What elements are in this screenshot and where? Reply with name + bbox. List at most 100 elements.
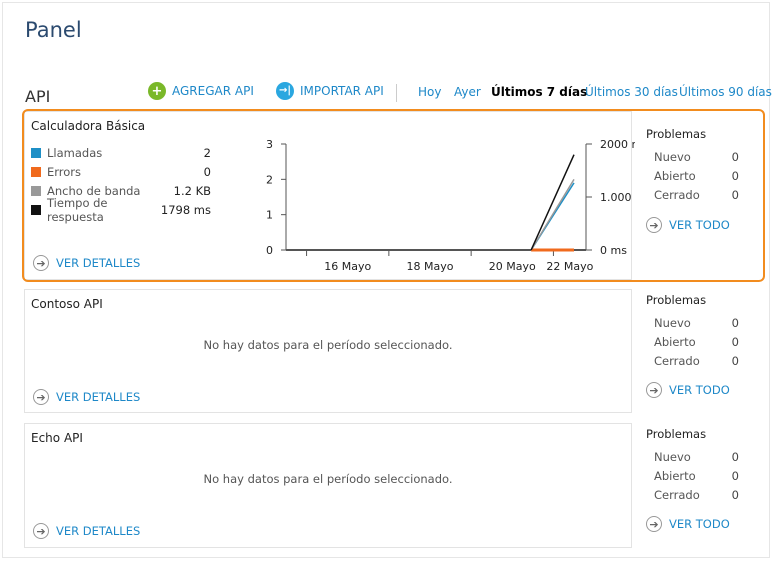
metrics-legend: Llamadas 2 Errors 0 Ancho de banda 1.2 K… <box>31 143 211 224</box>
series-line-ancho-de-banda <box>530 178 575 251</box>
metric-value: 0 <box>203 164 211 179</box>
section-label: API <box>25 87 51 106</box>
arrow-right-icon: ➔ <box>646 382 662 398</box>
import-api-button[interactable]: →| IMPORTAR API <box>276 82 384 100</box>
view-details-label: VER DETALLES <box>56 390 141 404</box>
problem-label: Abierto <box>654 168 696 183</box>
y-left-tick-label: 0 <box>266 244 273 257</box>
metric-response-time: Tiempo de respuesta 1798 ms <box>31 196 211 224</box>
view-all-label: VER TODO <box>669 218 730 232</box>
y-right-tick-label: 2000 ms <box>600 138 635 151</box>
plus-icon: + <box>148 82 166 100</box>
metric-value: 1798 ms <box>160 202 211 217</box>
usage-chart: 0 1 2 3 0 ms 1.000 ms 2000 ms 16 Mayo 18 Mayo 20 … <box>266 138 635 273</box>
metric-value: 2 <box>203 145 211 160</box>
problem-label: Nuevo <box>654 315 691 330</box>
errors-swatch <box>31 166 41 177</box>
add-api-label: AGREGAR API <box>172 84 254 98</box>
period-7-days[interactable]: Últimos 7 días <box>491 85 587 99</box>
problem-label: Nuevo <box>654 449 691 464</box>
calls-swatch <box>31 147 41 158</box>
problem-count: 0 <box>731 468 739 483</box>
toolbar-divider <box>396 84 397 102</box>
api-card-contoso: Contoso API No hay datos para el período… <box>24 289 632 413</box>
view-details-button[interactable]: ➔ VER DETALLES <box>33 389 140 405</box>
view-all-problems-button[interactable]: ➔ VER TODO <box>646 217 766 233</box>
y-right-tick-label: 1.000 ms <box>600 191 635 204</box>
problem-count: 0 <box>731 353 739 368</box>
x-tick-label: 16 Mayo <box>324 260 371 273</box>
problems-title: Problemas <box>646 127 707 141</box>
problem-count: 0 <box>731 187 739 202</box>
arrow-right-icon: ➔ <box>33 523 49 539</box>
no-data-message: No hay datos para el período seleccionad… <box>203 472 453 486</box>
page-title: Panel <box>25 18 82 42</box>
bandwidth-swatch <box>31 185 41 196</box>
problem-count: 0 <box>731 149 739 164</box>
arrow-right-icon: ➔ <box>646 217 662 233</box>
api-name: Echo API <box>31 431 83 445</box>
api-name: Calculadora Básica <box>31 119 146 133</box>
problem-label: Cerrado <box>654 487 700 502</box>
view-details-button[interactable]: ➔ VER DETALLES <box>33 255 140 271</box>
metric-label: Tiempo de respuesta <box>47 195 108 224</box>
problem-row: Abierto 0 <box>646 466 766 485</box>
problem-row: Nuevo 0 <box>646 313 766 332</box>
arrow-right-icon: ➔ <box>33 389 49 405</box>
problems-title: Problemas <box>646 293 707 307</box>
period-today[interactable]: Hoy <box>418 85 441 99</box>
problem-count: 0 <box>731 315 739 330</box>
problem-row: Cerrado 0 <box>646 485 766 504</box>
problem-count: 0 <box>731 487 739 502</box>
response-swatch <box>31 204 41 215</box>
problem-row: Abierto 0 <box>646 332 766 351</box>
problem-count: 0 <box>731 334 739 349</box>
api-card-calculadora: Calculadora Básica Llamadas 2 Errors 0 A… <box>24 111 635 280</box>
view-details-label: VER DETALLES <box>56 524 141 538</box>
view-details-button[interactable]: ➔ VER DETALLES <box>33 523 140 539</box>
import-icon: →| <box>276 82 294 100</box>
problem-row: Nuevo 0 <box>646 447 766 466</box>
period-30-days[interactable]: Últimos 30 días <box>585 85 678 99</box>
problem-count: 0 <box>731 168 739 183</box>
series-line-tiempo-de-respuesta <box>530 154 575 251</box>
problems-panel: Problemas Nuevo 0 Abierto 0 Cerrado 0 ➔ VER… <box>646 127 766 233</box>
problem-label: Abierto <box>654 468 696 483</box>
problems-panel: Problemas Nuevo 0 Abierto 0 Cerrado 0 ➔ VER… <box>646 293 766 398</box>
arrow-right-icon: ➔ <box>33 255 49 271</box>
problems-panel: Problemas Nuevo 0 Abierto 0 Cerrado 0 ➔ VER… <box>646 427 766 532</box>
view-details-label: VER DETALLES <box>56 256 141 270</box>
view-all-label: VER TODO <box>669 383 730 397</box>
metric-errors: Errors 0 <box>31 162 211 181</box>
problem-label: Nuevo <box>654 149 691 164</box>
problem-label: Cerrado <box>654 187 700 202</box>
view-all-problems-button[interactable]: ➔ VER TODO <box>646 382 766 398</box>
problem-row: Cerrado 0 <box>646 185 766 204</box>
period-yesterday[interactable]: Ayer <box>454 85 481 99</box>
y-left-tick-label: 3 <box>266 138 273 151</box>
metric-value: 1.2 KB <box>173 183 211 198</box>
problem-row: Abierto 0 <box>646 166 766 185</box>
view-all-problems-button[interactable]: ➔ VER TODO <box>646 516 766 532</box>
metric-label: Errors <box>47 164 82 179</box>
problem-count: 0 <box>731 449 739 464</box>
api-card-echo: Echo API No hay datos para el período se… <box>24 423 632 548</box>
problem-row: Cerrado 0 <box>646 351 766 370</box>
period-90-days[interactable]: Últimos 90 días <box>679 85 772 99</box>
y-right-tick-label: 0 ms <box>600 244 627 257</box>
problem-label: Abierto <box>654 334 696 349</box>
metric-label: Llamadas <box>47 145 103 160</box>
arrow-right-icon: ➔ <box>646 516 662 532</box>
api-name: Contoso API <box>31 297 103 311</box>
x-tick-label: 20 Mayo <box>489 260 536 273</box>
y-left-tick-label: 1 <box>266 209 273 222</box>
view-all-label: VER TODO <box>669 517 730 531</box>
y-left-tick-label: 2 <box>266 173 273 186</box>
problem-label: Cerrado <box>654 353 700 368</box>
problems-title: Problemas <box>646 427 707 441</box>
x-tick-label: 18 Mayo <box>407 260 454 273</box>
problem-row: Nuevo 0 <box>646 147 766 166</box>
no-data-message: No hay datos para el período seleccionad… <box>203 338 453 352</box>
add-api-button[interactable]: + AGREGAR API <box>148 82 254 100</box>
import-api-label: IMPORTAR API <box>300 84 384 98</box>
